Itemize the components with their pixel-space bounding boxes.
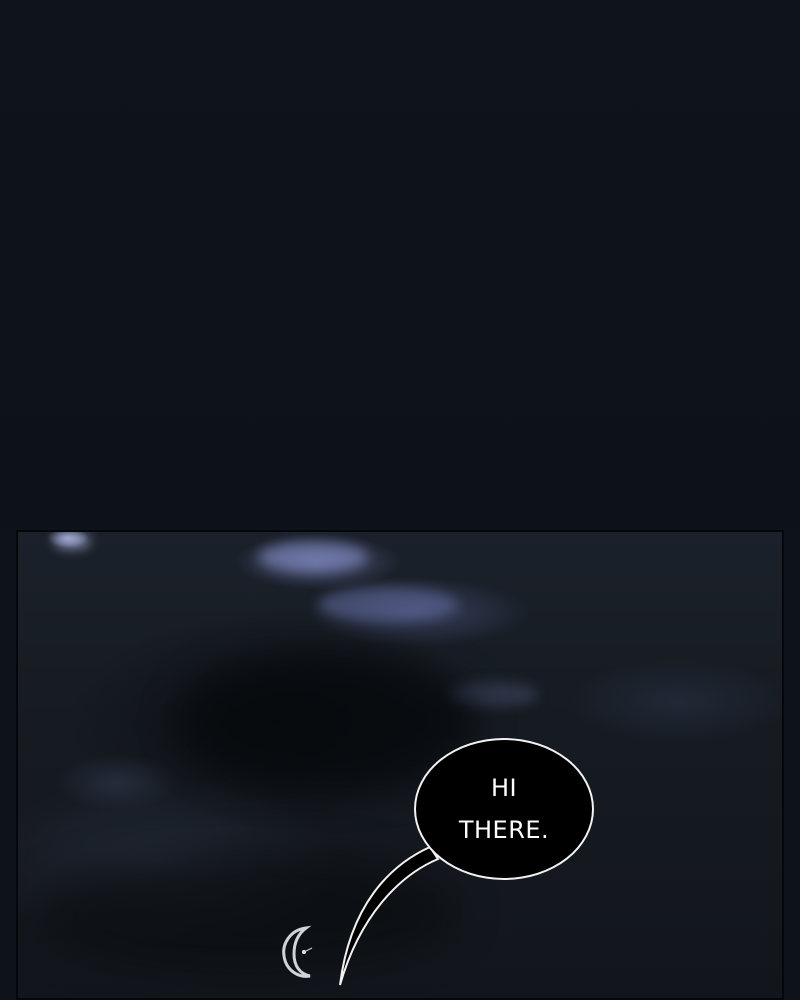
speech-bubble: HI THERE. [414,738,594,880]
comic-page: HI THERE. [0,0,800,1000]
cloud-highlight [258,542,368,572]
speech-bubble-text: HI THERE. [458,774,550,844]
cloud-highlight [54,534,90,548]
dark-gutter [0,0,800,528]
cloud-highlight [318,587,458,622]
speech-bubble-tail [339,845,440,986]
crescent-moon-icon [282,925,313,978]
